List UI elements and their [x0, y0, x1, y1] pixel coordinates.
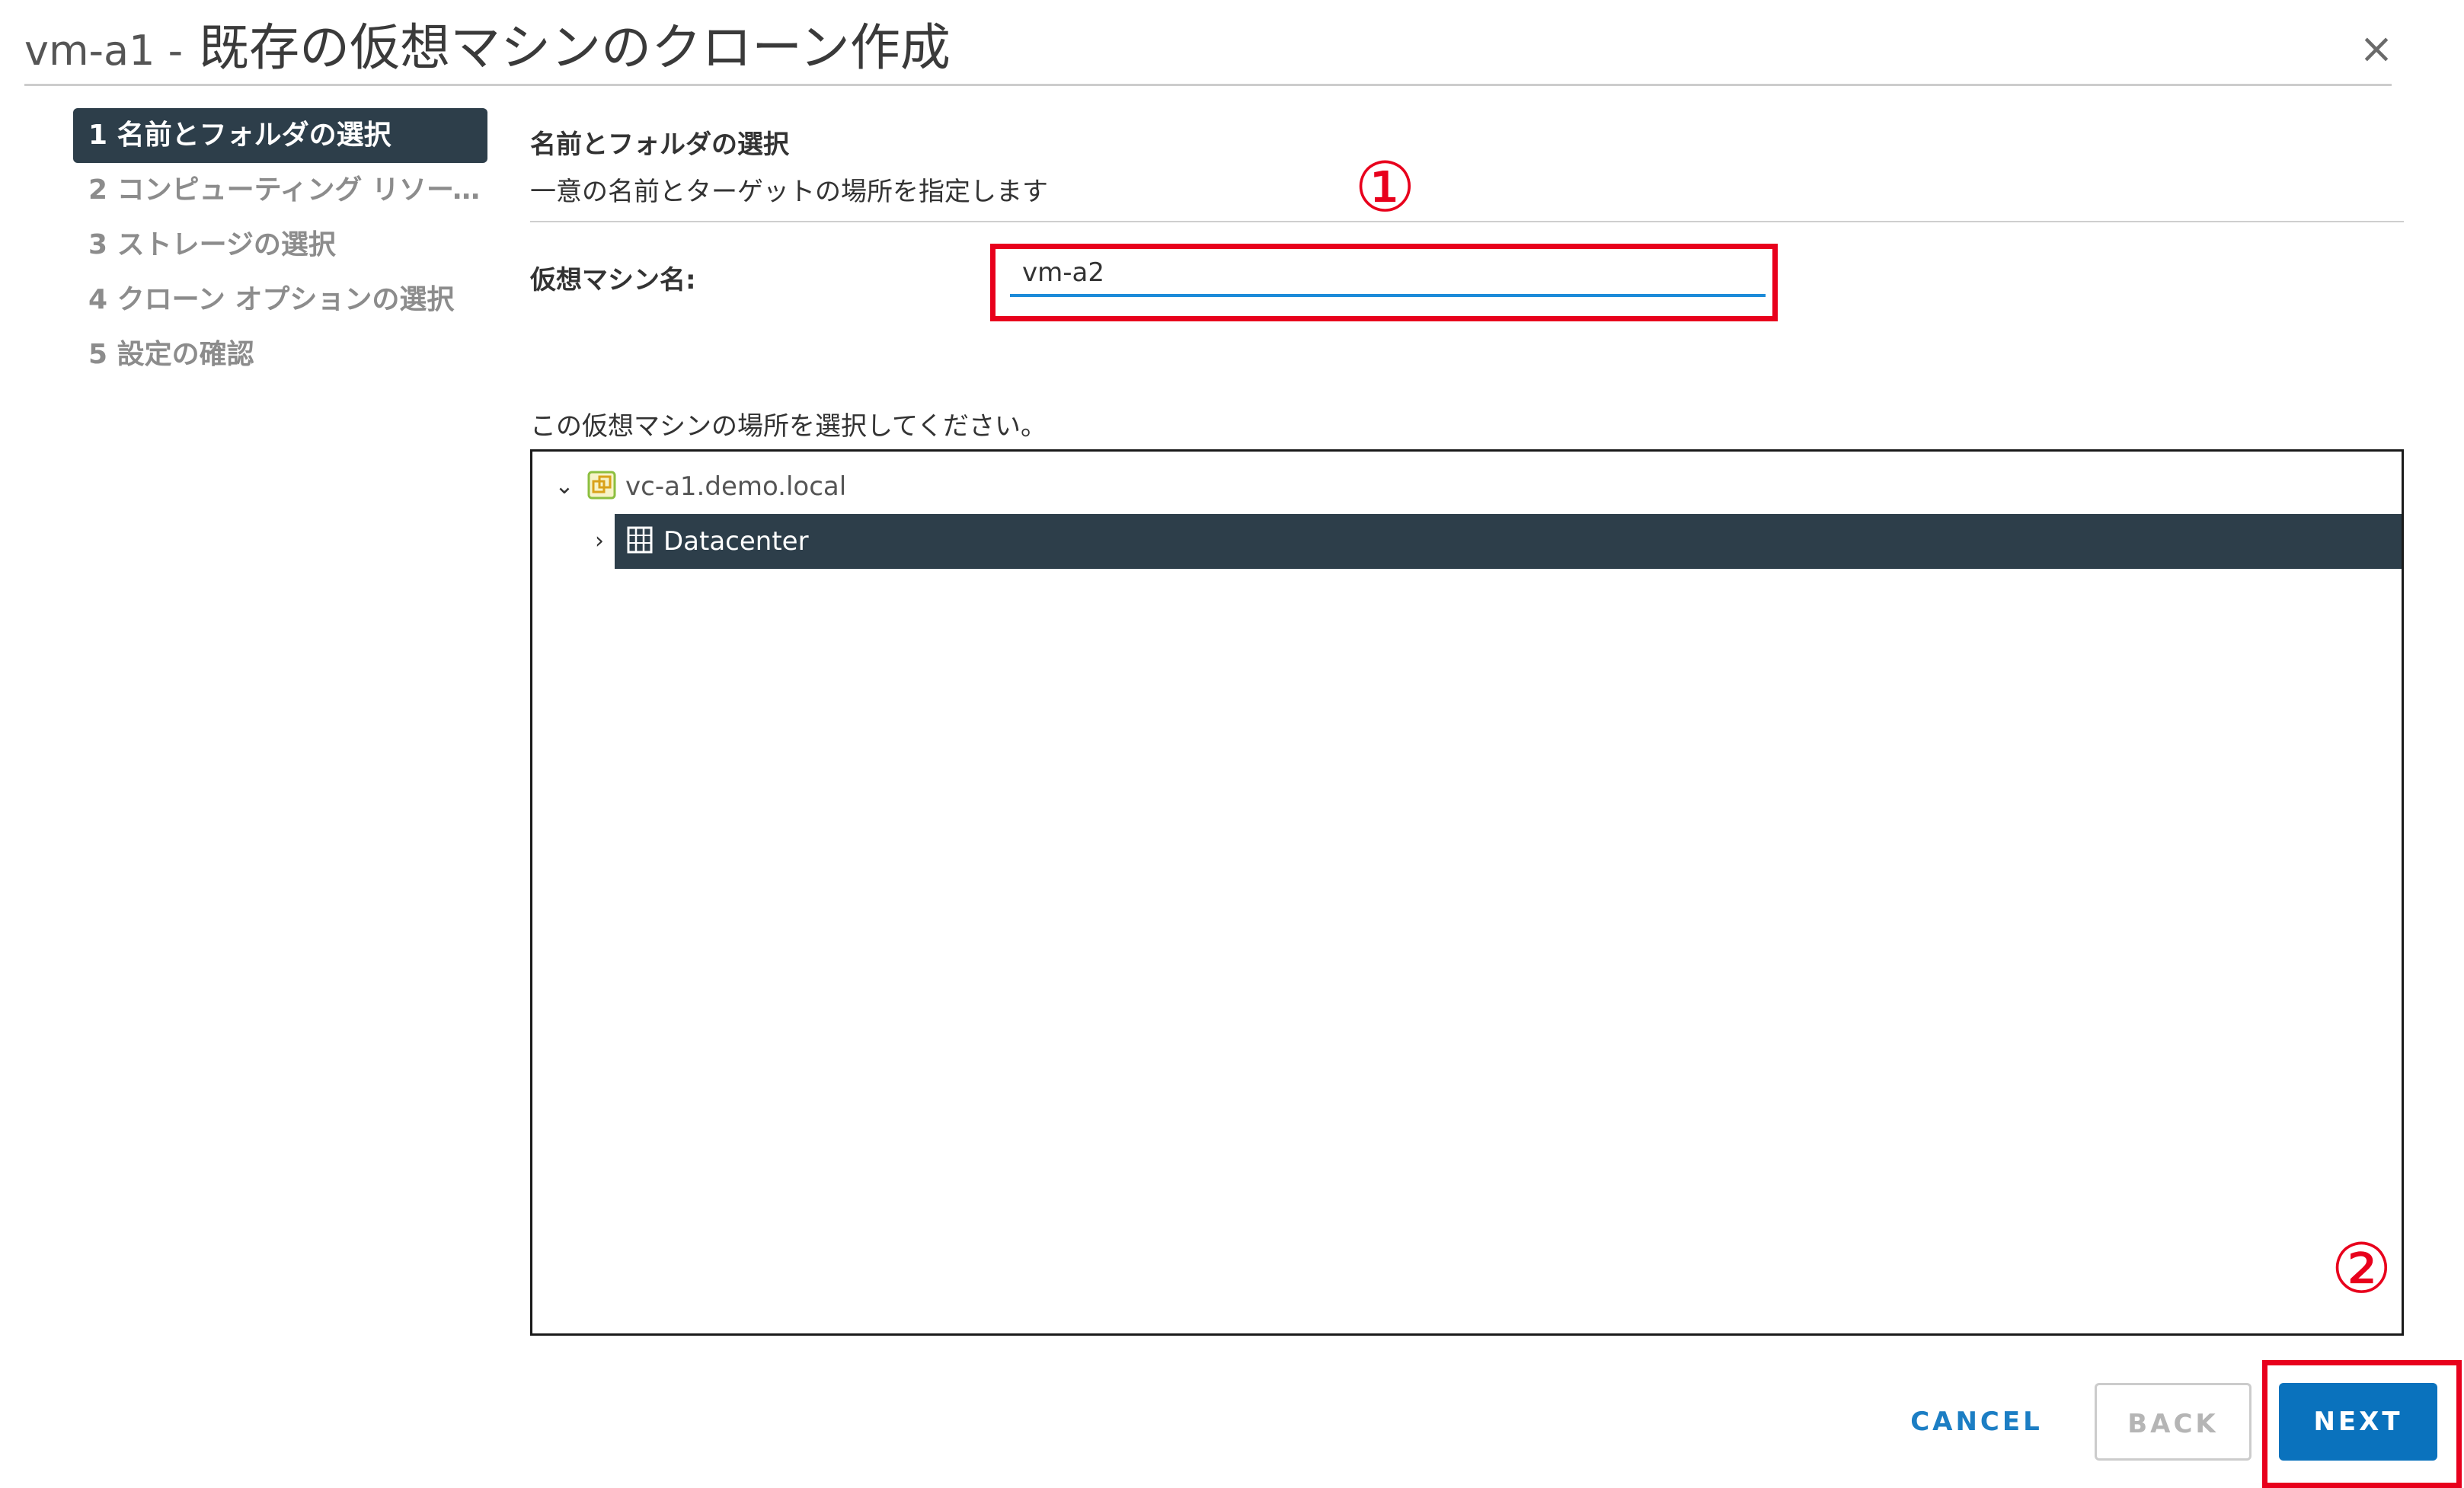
tree-node-datacenter-label: Datacenter	[663, 526, 809, 557]
next-button[interactable]: NEXT	[2279, 1383, 2437, 1461]
header-divider	[24, 84, 2392, 86]
dialog-title-vm: vm-a1 -	[24, 27, 184, 75]
vm-name-label: 仮想マシン名:	[530, 265, 696, 295]
step-4-clone-options[interactable]: 4 クローン オプションの選択	[73, 273, 487, 327]
back-button[interactable]: BACK	[2095, 1383, 2251, 1461]
tree-node-vcenter-label: vc-a1.demo.local	[625, 471, 847, 502]
step-5-review[interactable]: 5 設定の確認	[73, 327, 487, 382]
tree-node-datacenter[interactable]: › Datacenter	[532, 514, 2402, 569]
datacenter-icon	[627, 526, 653, 553]
dialog-title: vm-a1 - 既存の仮想マシンのクローン作成	[24, 14, 951, 82]
step-2-compute-resource[interactable]: 2 コンピューティング リソースの選択	[73, 163, 487, 218]
annotation-marker-1: ①	[1354, 148, 1416, 228]
vm-name-input[interactable]	[1010, 251, 1766, 297]
cancel-button[interactable]: CANCEL	[1897, 1383, 2057, 1461]
vcenter-icon	[587, 471, 616, 499]
location-label: この仮想マシンの場所を選択してください。	[530, 411, 1047, 442]
tree-node-vcenter[interactable]: ⌄ vc-a1.demo.local	[532, 459, 2402, 514]
step-3-storage[interactable]: 3 ストレージの選択	[73, 218, 487, 273]
location-tree: ⌄ vc-a1.demo.local › Datacenter	[530, 449, 2404, 1336]
tree-node-selected-highlight	[615, 514, 2402, 569]
chevron-right-icon[interactable]: ›	[584, 514, 615, 569]
content-divider	[530, 221, 2404, 222]
chevron-down-icon[interactable]: ⌄	[549, 459, 580, 514]
section-description: 一意の名前とターゲットの場所を指定します	[530, 177, 1048, 207]
step-1-name-folder[interactable]: 1 名前とフォルダの選択	[73, 108, 487, 163]
dialog-title-text: 既存の仮想マシンのクローン作成	[199, 18, 951, 77]
close-icon[interactable]: ×	[2355, 27, 2398, 70]
section-title: 名前とフォルダの選択	[530, 129, 789, 160]
wizard-steps: 1 名前とフォルダの選択 2 コンピューティング リソースの選択 3 ストレージ…	[73, 108, 487, 382]
